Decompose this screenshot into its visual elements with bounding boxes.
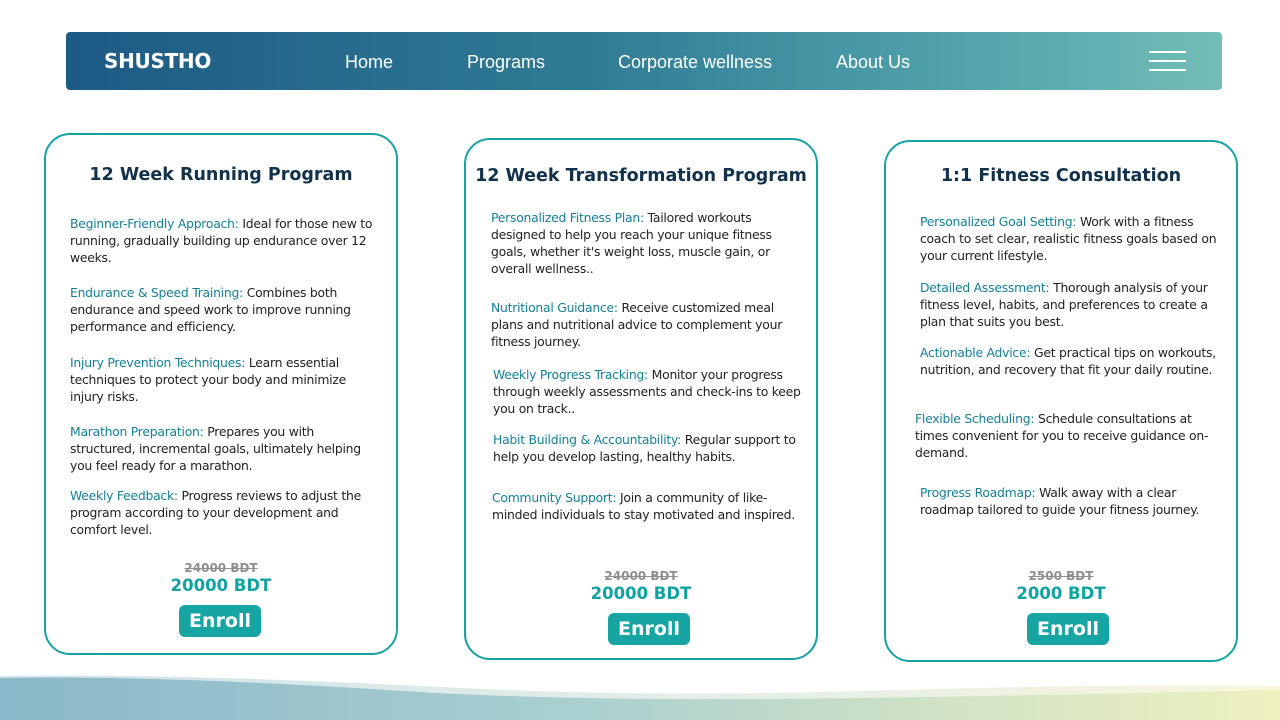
- feature-title: Marathon Preparation:: [70, 424, 204, 439]
- feature-item: Progress Roadmap: Walk away with a clear…: [920, 484, 1220, 518]
- program-card-running: 12 Week Running Program Beginner-Friendl…: [44, 133, 398, 655]
- enroll-button[interactable]: Enroll: [179, 605, 261, 637]
- feature-item: Nutritional Guidance: Receive customized…: [491, 299, 803, 350]
- feature-title: Actionable Advice:: [920, 345, 1031, 360]
- sale-price: 20000 BDT: [590, 584, 692, 603]
- original-price: 2500 BDT: [1028, 569, 1094, 583]
- footer-wave-decoration: [0, 675, 1280, 720]
- feature-item: Flexible Scheduling: Schedule consultati…: [915, 410, 1220, 461]
- card-title: 12 Week Transformation Program: [475, 166, 807, 186]
- feature-title: Nutritional Guidance:: [491, 300, 618, 315]
- feature-title: Beginner-Friendly Approach:: [70, 216, 239, 231]
- feature-title: Weekly Progress Tracking:: [493, 367, 648, 382]
- feature-title: Injury Prevention Techniques:: [70, 355, 246, 370]
- feature-title: Habit Building & Accountability:: [493, 432, 682, 447]
- feature-item: Detailed Assessment: Thorough analysis o…: [920, 279, 1220, 330]
- nav-link-programs[interactable]: Programs: [467, 52, 545, 73]
- feature-item: Habit Building & Accountability: Regular…: [493, 431, 805, 465]
- feature-title: Weekly Feedback:: [70, 488, 178, 503]
- feature-item: Personalized Goal Setting: Work with a f…: [920, 213, 1220, 264]
- nav-link-corporate-wellness[interactable]: Corporate wellness: [618, 52, 772, 73]
- feature-item: Injury Prevention Techniques: Learn esse…: [70, 354, 382, 405]
- feature-title: Progress Roadmap:: [920, 485, 1036, 500]
- hamburger-menu-icon[interactable]: [1149, 51, 1186, 71]
- original-price: 24000 BDT: [604, 569, 678, 583]
- feature-item: Endurance & Speed Training: Combines bot…: [70, 284, 382, 335]
- nav-link-home[interactable]: Home: [345, 52, 393, 73]
- feature-item: Marathon Preparation: Prepares you with …: [70, 423, 382, 474]
- sale-price: 2000 BDT: [1016, 584, 1106, 603]
- enroll-button[interactable]: Enroll: [608, 613, 690, 645]
- card-title: 1:1 Fitness Consultation: [940, 166, 1182, 186]
- feature-item: Community Support: Join a community of l…: [492, 489, 804, 523]
- original-price: 24000 BDT: [184, 561, 258, 575]
- program-card-consultation: 1:1 Fitness Consultation Personalized Go…: [884, 140, 1238, 662]
- feature-title: Personalized Fitness Plan:: [491, 210, 644, 225]
- program-card-transformation: 12 Week Transformation Program Personali…: [464, 138, 818, 660]
- sale-price: 20000 BDT: [170, 576, 272, 595]
- feature-title: Flexible Scheduling:: [915, 411, 1035, 426]
- feature-title: Detailed Assessment:: [920, 280, 1050, 295]
- card-title: 12 Week Running Program: [89, 165, 353, 185]
- feature-item: Actionable Advice: Get practical tips on…: [920, 344, 1220, 378]
- enroll-button[interactable]: Enroll: [1027, 613, 1109, 645]
- feature-item: Weekly Progress Tracking: Monitor your p…: [493, 366, 805, 417]
- feature-title: Personalized Goal Setting:: [920, 214, 1077, 229]
- feature-title: Community Support:: [492, 490, 617, 505]
- nav-link-about-us[interactable]: About Us: [836, 52, 910, 73]
- brand-logo[interactable]: SHUSTHO: [104, 49, 211, 73]
- feature-item: Personalized Fitness Plan: Tailored work…: [491, 209, 803, 277]
- top-navbar: SHUSTHO Home Programs Corporate wellness…: [66, 32, 1222, 90]
- feature-item: Weekly Feedback: Progress reviews to adj…: [70, 487, 382, 538]
- feature-title: Endurance & Speed Training:: [70, 285, 244, 300]
- feature-item: Beginner-Friendly Approach: Ideal for th…: [70, 215, 382, 266]
